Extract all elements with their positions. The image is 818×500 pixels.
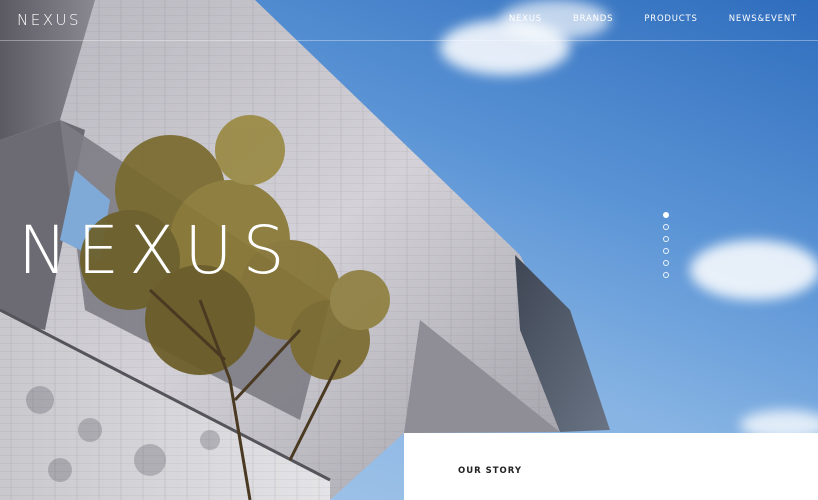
slider-dot-6[interactable] (663, 272, 669, 278)
hero-logo: NEXUS (18, 212, 295, 289)
main-nav: NEXUS BRANDS PRODUCTS NEWS&EVENT (509, 14, 797, 24)
nav-item-nexus[interactable]: NEXUS (509, 14, 542, 24)
nav-item-brands[interactable]: BRANDS (573, 14, 613, 24)
nav-item-news-event[interactable]: NEWS&EVENT (729, 14, 797, 24)
story-panel: OUR STORY (404, 433, 818, 500)
story-title: OUR STORY (458, 466, 523, 476)
slider-dot-1[interactable] (663, 212, 669, 218)
slider-dot-3[interactable] (663, 236, 669, 242)
slider-dot-2[interactable] (663, 224, 669, 230)
slider-pagination (663, 212, 669, 278)
site-logo[interactable]: NEXUS (17, 11, 81, 29)
site-header: NEXUS NEXUS BRANDS PRODUCTS NEWS&EVENT (0, 0, 818, 41)
nav-item-products[interactable]: PRODUCTS (644, 14, 697, 24)
slider-dot-4[interactable] (663, 248, 669, 254)
slider-dot-5[interactable] (663, 260, 669, 266)
